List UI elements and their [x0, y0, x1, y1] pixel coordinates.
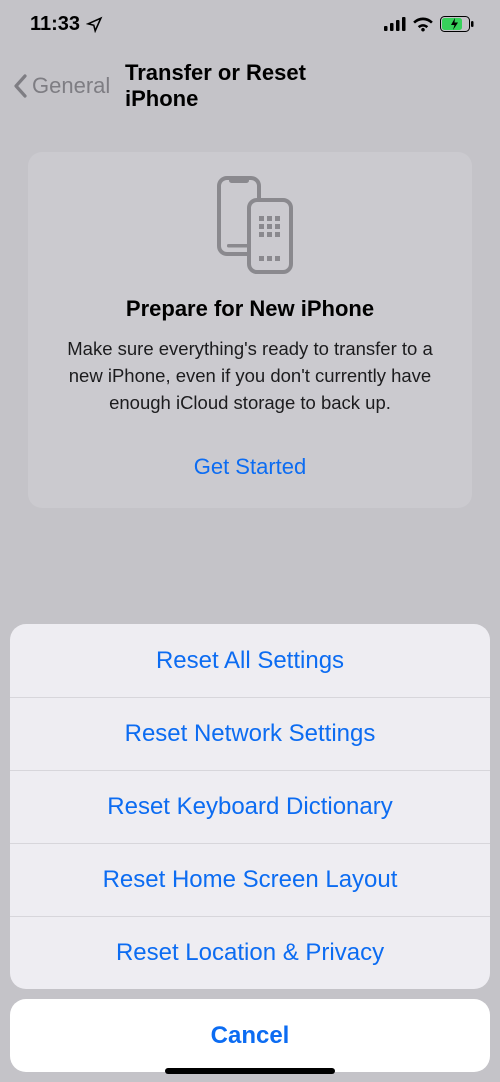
action-sheet: Reset All Settings Reset Network Setting… [10, 624, 490, 1072]
card-title: Prepare for New iPhone [52, 296, 448, 322]
status-time: 11:33 [30, 13, 80, 36]
battery-charging-icon [440, 16, 474, 32]
status-left: 11:33 [30, 13, 103, 36]
wifi-icon [412, 16, 434, 32]
back-button[interactable]: General [0, 73, 110, 99]
home-indicator [165, 1068, 335, 1074]
reset-network-settings-button[interactable]: Reset Network Settings [10, 697, 490, 770]
phones-icon [52, 176, 448, 274]
nav-bar: General Transfer or Reset iPhone [0, 60, 500, 112]
action-sheet-list: Reset All Settings Reset Network Setting… [10, 624, 490, 989]
get-started-link[interactable]: Get Started [52, 454, 448, 488]
location-icon [86, 16, 103, 33]
cellular-icon [384, 17, 406, 31]
reset-home-screen-layout-button[interactable]: Reset Home Screen Layout [10, 843, 490, 916]
reset-location-privacy-button[interactable]: Reset Location & Privacy [10, 916, 490, 989]
back-label: General [32, 73, 110, 99]
reset-all-settings-button[interactable]: Reset All Settings [10, 624, 490, 697]
reset-keyboard-dictionary-button[interactable]: Reset Keyboard Dictionary [10, 770, 490, 843]
status-right [384, 16, 474, 32]
status-bar: 11:33 [0, 0, 500, 48]
cancel-button[interactable]: Cancel [10, 999, 490, 1072]
prepare-card: Prepare for New iPhone Make sure everyth… [28, 152, 472, 508]
chevron-left-icon [12, 74, 28, 98]
page-title: Transfer or Reset iPhone [125, 60, 375, 112]
card-body: Make sure everything's ready to transfer… [58, 336, 442, 416]
